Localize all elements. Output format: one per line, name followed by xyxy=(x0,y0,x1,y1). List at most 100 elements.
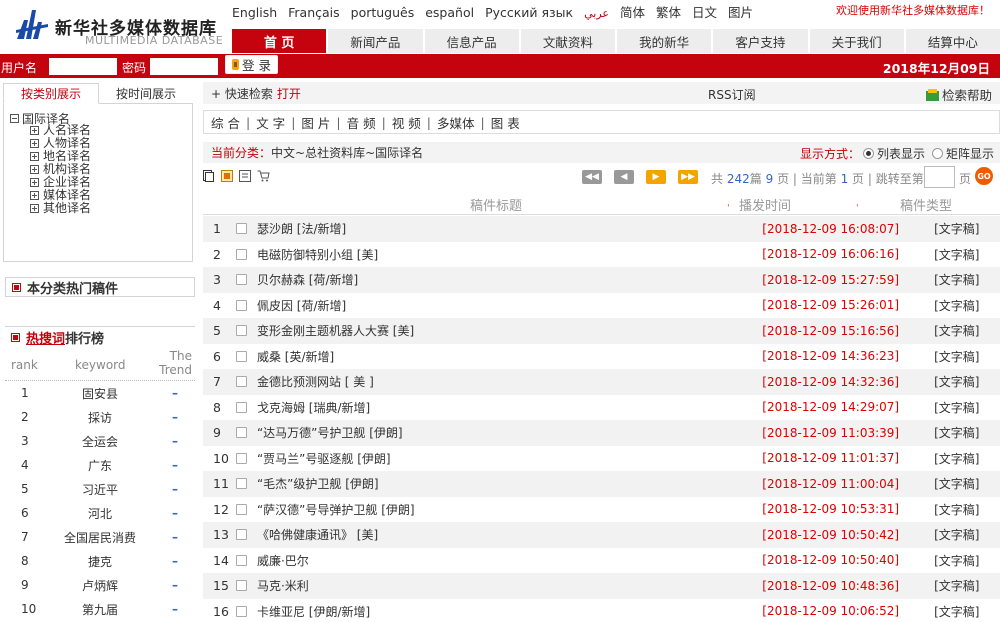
site-logo[interactable]: 新华社多媒体数据库 MULTIMEDIA DATABASE xyxy=(0,0,230,55)
list-view-radio[interactable] xyxy=(862,148,874,159)
first-page-button[interactable]: ◀◀ xyxy=(582,170,602,184)
rank-row[interactable]: 10 第九届 – xyxy=(5,597,195,621)
article-title-link[interactable]: 电磁防御特别小组 [美] xyxy=(257,246,762,263)
search-help-link[interactable]: 检索帮助 xyxy=(925,85,992,104)
row-checkbox[interactable] xyxy=(235,503,247,515)
table-row[interactable]: 7 金德比预测网站 [ 美 ] [2018-12-09 14:32:36] [文字稿] xyxy=(203,369,1000,395)
rank-keyword[interactable]: 习近平 xyxy=(45,481,155,498)
row-checkbox[interactable] xyxy=(235,554,247,566)
cart-icon[interactable] xyxy=(257,170,270,182)
rank-keyword[interactable]: 全国居民消费 xyxy=(45,529,155,546)
go-button[interactable]: GO xyxy=(975,167,993,185)
rank-row[interactable]: 1 固安县 – xyxy=(5,381,195,405)
article-title-link[interactable]: “毛杰”级护卫舰 [伊朗] xyxy=(257,475,762,492)
row-checkbox[interactable] xyxy=(235,452,247,464)
nav-tab-about[interactable]: 关于我们 xyxy=(809,29,904,53)
rank-keyword[interactable]: 採访 xyxy=(45,409,155,426)
article-title-link[interactable]: “萨汉德”号导弹护卫舰 [伊朗] xyxy=(257,501,762,518)
article-title-link[interactable]: 马克·米利 xyxy=(257,577,762,594)
table-row[interactable]: 11 “毛杰”级护卫舰 [伊朗] [2018-12-09 11:00:04] [文字稿… xyxy=(203,471,1000,497)
row-checkbox[interactable] xyxy=(235,350,247,362)
expand-icon[interactable] xyxy=(30,178,39,187)
tree-node[interactable]: 其他译名 xyxy=(30,202,91,215)
rank-row[interactable]: 6 河北 – xyxy=(5,501,195,525)
row-checkbox[interactable] xyxy=(235,376,247,388)
quick-search-open-link[interactable]: 打开 xyxy=(277,85,301,102)
lang-image[interactable]: 图片 xyxy=(728,5,753,20)
article-title-link[interactable]: 贝尔赫森 [荷/新增] xyxy=(257,271,762,288)
tab-by-time[interactable]: 按时间展示 xyxy=(99,83,193,103)
select-all-icon[interactable] xyxy=(239,170,251,182)
lang-arabic[interactable]: عربي xyxy=(584,7,609,20)
article-title-link[interactable]: 卡维亚尼 [伊朗/新增] xyxy=(257,603,762,620)
media-image[interactable]: 图 片 xyxy=(301,113,330,132)
row-checkbox[interactable] xyxy=(235,325,247,337)
col-type[interactable]: 稿件类型 xyxy=(900,195,952,214)
hot-search-link[interactable]: 热搜词 xyxy=(26,328,65,347)
username-input[interactable] xyxy=(49,58,117,75)
article-title-link[interactable]: 《哈佛健康通讯》 [美] xyxy=(257,526,762,543)
row-checkbox[interactable] xyxy=(235,223,247,235)
media-multimedia[interactable]: 多媒体 xyxy=(437,113,475,132)
expand-icon[interactable] xyxy=(30,126,39,135)
rank-keyword[interactable]: 固安县 xyxy=(45,385,155,402)
row-checkbox[interactable] xyxy=(235,580,247,592)
col-time[interactable]: 播发时间 xyxy=(739,195,791,214)
article-title-link[interactable]: 佩皮因 [荷/新增] xyxy=(257,297,762,314)
table-row[interactable]: 6 威桑 [英/新增] [2018-12-09 14:36:23] [文字稿] xyxy=(203,344,1000,370)
lang-portuguese[interactable]: português xyxy=(351,5,415,20)
table-row[interactable]: 12 “萨汉德”号导弹护卫舰 [伊朗] [2018-12-09 10:53:31] [… xyxy=(203,497,1000,523)
table-row[interactable]: 2 电磁防御特别小组 [美] [2018-12-09 16:06:16] [文字稿] xyxy=(203,242,1000,268)
expand-icon[interactable] xyxy=(30,204,39,213)
matrix-view-label[interactable]: 矩阵显示 xyxy=(946,145,994,162)
expand-icon[interactable] xyxy=(30,139,39,148)
lang-traditional[interactable]: 繁体 xyxy=(656,5,681,20)
media-video[interactable]: 视 频 xyxy=(392,113,421,132)
table-row[interactable]: 15 马克·米利 [2018-12-09 10:48:36] [文字稿] xyxy=(203,573,1000,599)
article-title-link[interactable]: 金德比预测网站 [ 美 ] xyxy=(257,373,762,390)
row-checkbox[interactable] xyxy=(235,401,247,413)
lang-french[interactable]: Français xyxy=(288,5,340,20)
table-row[interactable]: 1 瑟沙朗 [法/新增] [2018-12-09 16:08:07] [文字稿] xyxy=(203,216,1000,242)
table-row[interactable]: 3 贝尔赫森 [荷/新增] [2018-12-09 15:27:59] [文字稿] xyxy=(203,267,1000,293)
table-row[interactable]: 13 《哈佛健康通讯》 [美] [2018-12-09 10:50:42] [文字稿] xyxy=(203,522,1000,548)
media-all[interactable]: 综 合 xyxy=(211,113,240,132)
rank-row[interactable]: 9 卢炳辉 – xyxy=(5,573,195,597)
lang-russian[interactable]: Русский язык xyxy=(485,5,573,20)
article-title-link[interactable]: 威桑 [英/新增] xyxy=(257,348,762,365)
last-page-button[interactable]: ▶▶ xyxy=(678,170,698,184)
media-chart[interactable]: 图 表 xyxy=(491,113,520,132)
table-row[interactable]: 10 “贾马兰”号驱逐舰 [伊朗] [2018-12-09 11:01:37] [文字… xyxy=(203,446,1000,472)
quick-search-label[interactable]: + 快速检索 xyxy=(211,85,273,102)
nav-tab-news[interactable]: 新闻产品 xyxy=(328,29,423,53)
rank-row[interactable]: 3 全运会 – xyxy=(5,429,195,453)
password-input[interactable] xyxy=(150,58,218,75)
article-title-link[interactable]: “贾马兰”号驱逐舰 [伊朗] xyxy=(257,450,762,467)
lang-simplified[interactable]: 简体 xyxy=(620,5,645,20)
lang-spanish[interactable]: español xyxy=(425,5,474,20)
tab-by-category[interactable]: 按类别展示 xyxy=(3,83,99,104)
rank-keyword[interactable]: 卢炳辉 xyxy=(45,577,155,594)
list-view-label[interactable]: 列表显示 xyxy=(877,145,925,162)
row-checkbox[interactable] xyxy=(235,299,247,311)
nav-tab-docs[interactable]: 文献资料 xyxy=(520,29,615,53)
rank-row[interactable]: 7 全国居民消费 – xyxy=(5,525,195,549)
row-checkbox[interactable] xyxy=(235,248,247,260)
article-title-link[interactable]: 变形金刚主题机器人大赛 [美] xyxy=(257,322,762,339)
rank-keyword[interactable]: 全运会 xyxy=(45,433,155,450)
nav-tab-billing[interactable]: 结算中心 xyxy=(905,29,1000,53)
goto-page-input[interactable] xyxy=(924,166,955,188)
row-checkbox[interactable] xyxy=(235,274,247,286)
row-checkbox[interactable] xyxy=(235,605,247,617)
expand-icon[interactable] xyxy=(30,152,39,161)
row-checkbox[interactable] xyxy=(235,427,247,439)
rss-link[interactable]: RSS订阅 xyxy=(708,86,756,103)
matrix-view-radio[interactable] xyxy=(931,148,943,159)
expand-icon[interactable] xyxy=(30,191,39,200)
article-title-link[interactable]: 瑟沙朗 [法/新增] xyxy=(257,220,762,237)
media-audio[interactable]: 音 频 xyxy=(347,113,376,132)
nav-tab-info[interactable]: 信息产品 xyxy=(424,29,519,53)
article-title-link[interactable]: 威廉·巴尔 xyxy=(257,552,762,569)
expand-icon[interactable] xyxy=(30,165,39,174)
article-title-link[interactable]: “达马万德”号护卫舰 [伊朗] xyxy=(257,424,762,441)
